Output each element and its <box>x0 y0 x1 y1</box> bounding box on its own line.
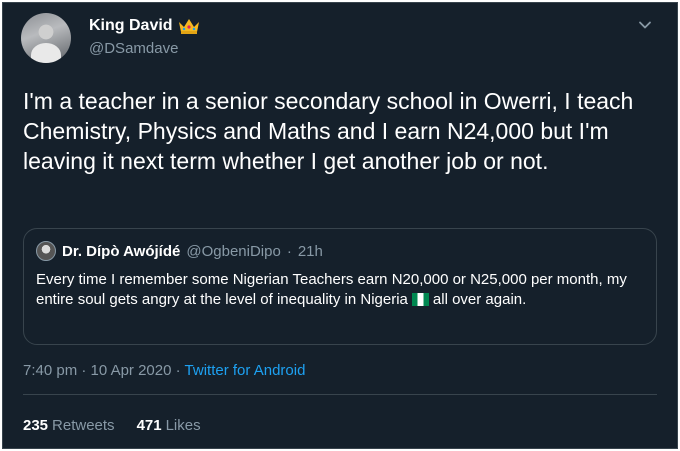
likes-count: 471 <box>136 417 162 434</box>
quoted-author-name: Dr. Dípò Awójídé <box>62 242 181 260</box>
author-handle[interactable]: @DSamdave <box>89 40 178 57</box>
divider <box>23 394 657 395</box>
nigeria-flag-icon <box>411 293 429 306</box>
author-avatar[interactable] <box>21 13 71 63</box>
tweet-time[interactable]: 7:40 pm <box>23 362 77 379</box>
retweets-label: Retweets <box>52 417 115 434</box>
tweet-date[interactable]: 10 Apr 2020 <box>91 362 172 379</box>
retweets-count: 235 <box>23 417 49 434</box>
tweet-meta: 7:40 pm · 10 Apr 2020 · Twitter for Andr… <box>23 362 305 379</box>
quoted-author-handle: @OgbeniDipo <box>186 242 281 260</box>
quoted-tweet-age: 21h <box>297 242 323 260</box>
chevron-down-icon[interactable] <box>637 17 653 33</box>
retweets-stat[interactable]: 235 Retweets <box>23 417 115 434</box>
tweet-source-link[interactable]: Twitter for Android <box>185 362 306 379</box>
crown-emoji-icon <box>178 19 199 34</box>
meta-separator-dot: · <box>81 362 91 379</box>
likes-label: Likes <box>165 417 201 434</box>
quoted-tweet-text: Every time I remember some Nigerian Teac… <box>36 270 636 310</box>
quoted-author-avatar <box>36 241 56 261</box>
quoted-text-part1: Every time I remember some Nigerian Teac… <box>36 271 627 308</box>
quoted-text-part2: all over again. <box>432 291 527 308</box>
likes-stat[interactable]: 471 Likes <box>137 417 201 434</box>
meta-separator-dot: · <box>175 362 185 379</box>
quoted-separator-dot: · <box>286 242 292 260</box>
author-name-row: King David <box>89 17 200 35</box>
author-name[interactable]: King David <box>89 17 173 35</box>
tweet-text: I'm a teacher in a senior secondary scho… <box>23 88 634 174</box>
tweet-stats: 235 Retweets 471 Likes <box>23 417 201 434</box>
quoted-tweet[interactable]: Dr. Dípò Awójídé @OgbeniDipo · 21h Every… <box>23 228 657 345</box>
tweet-card: King David @DSamdave I'm a teacher in a … <box>2 2 678 449</box>
quoted-tweet-header: Dr. Dípò Awójídé @OgbeniDipo · 21h <box>36 241 323 261</box>
